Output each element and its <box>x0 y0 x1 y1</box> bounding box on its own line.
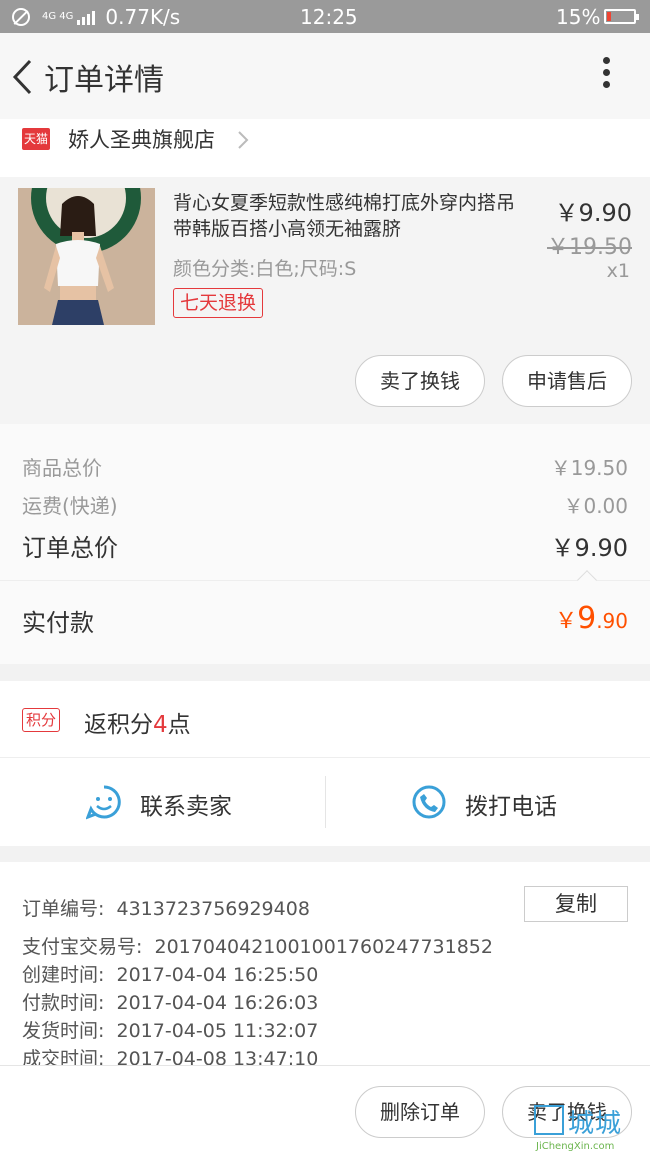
net-speed: 0.77K/s <box>105 5 181 29</box>
page-title: 订单详情 <box>44 63 164 98</box>
info-row-alipay-number: 支付宝交易号: 2017040421001001760247731852 <box>22 936 493 958</box>
more-options-icon[interactable] <box>596 57 616 97</box>
paid-value: ￥9.90 <box>555 601 628 636</box>
back-arrow-icon[interactable] <box>10 57 36 97</box>
order-total-label: 订单总价 <box>22 534 118 562</box>
site-watermark: 城城 JiChengXin.com <box>532 1103 650 1155</box>
after-sale-button[interactable]: 申请售后 <box>502 355 632 407</box>
shop-row[interactable]: 天猫 娇人圣典旗舰店 <box>0 119 650 177</box>
tmall-logo-icon: 天猫 <box>22 128 50 150</box>
price-summary: 商品总价 ￥19.50 运费(快递) ￥0.00 订单总价 ￥9.90 <box>0 424 650 580</box>
shop-name: 娇人圣典旗舰店 <box>68 128 215 152</box>
call-phone-label: 拨打电话 <box>465 794 557 820</box>
info-row-order-number: 订单编号: 4313723756929408 <box>22 898 310 920</box>
goods-total-label: 商品总价 <box>22 456 102 480</box>
paid-amount-row: 实付款 ￥9.90 <box>0 570 650 664</box>
product-card: 背心女夏季短款性感纯棉打底外穿内搭吊带韩版百搭小高领无袖露脐 颜色分类:白色;尺… <box>0 177 650 424</box>
app-header: 订单详情 <box>0 33 650 119</box>
contact-seller-button[interactable]: 联系卖家 <box>0 758 325 846</box>
product-original-price: ￥19.50 <box>547 235 632 260</box>
order-info: 订单编号: 4313723756929408 复制 支付宝交易号: 201704… <box>0 862 650 1070</box>
chevron-right-icon <box>238 131 249 149</box>
shipping-label: 运费(快递) <box>22 494 118 518</box>
signal-icon <box>77 9 97 25</box>
product-sku: 颜色分类:白色;尺码:S <box>173 258 357 280</box>
info-row-created: 创建时间: 2017-04-04 16:25:50 <box>22 964 319 986</box>
network-type: 4G 4G <box>42 11 74 22</box>
phone-icon <box>412 785 446 819</box>
return-policy-badge: 七天退换 <box>173 288 264 318</box>
watermark-logo-icon <box>534 1105 564 1135</box>
contact-bar: 联系卖家 拨打电话 <box>0 758 650 846</box>
contact-seller-label: 联系卖家 <box>140 794 232 820</box>
paid-label: 实付款 <box>22 609 94 637</box>
goods-total-value: ￥19.50 <box>550 456 628 480</box>
clock: 12:25 <box>300 5 358 29</box>
product-price: ￥9.90 <box>554 199 632 227</box>
points-text: 返积分4点 <box>84 712 191 738</box>
do-not-disturb-icon <box>12 8 30 26</box>
order-total-value: ￥9.90 <box>550 534 628 562</box>
resell-button[interactable]: 卖了换钱 <box>355 355 485 407</box>
call-phone-button[interactable]: 拨打电话 <box>325 758 650 846</box>
battery-icon <box>604 9 639 24</box>
product-quantity: x1 <box>606 260 630 282</box>
points-badge: 积分 <box>22 708 61 732</box>
product-title[interactable]: 背心女夏季短款性感纯棉打底外穿内搭吊带韩版百搭小高领无袖露脐 <box>173 190 533 242</box>
battery-percent: 15% <box>556 5 601 29</box>
points-row: 积分 返积分4点 <box>0 681 650 758</box>
delete-order-button[interactable]: 删除订单 <box>355 1086 485 1138</box>
info-row-paid: 付款时间: 2017-04-04 16:26:03 <box>22 992 319 1014</box>
shipping-value: ￥0.00 <box>563 494 628 518</box>
info-row-shipped: 发货时间: 2017-04-05 11:32:07 <box>22 1020 319 1042</box>
status-bar: 4G 4G 0.77K/s 12:25 15% <box>0 0 650 33</box>
chat-smile-icon <box>86 785 121 820</box>
copy-button[interactable]: 复制 <box>524 886 628 922</box>
product-image[interactable] <box>18 188 155 325</box>
